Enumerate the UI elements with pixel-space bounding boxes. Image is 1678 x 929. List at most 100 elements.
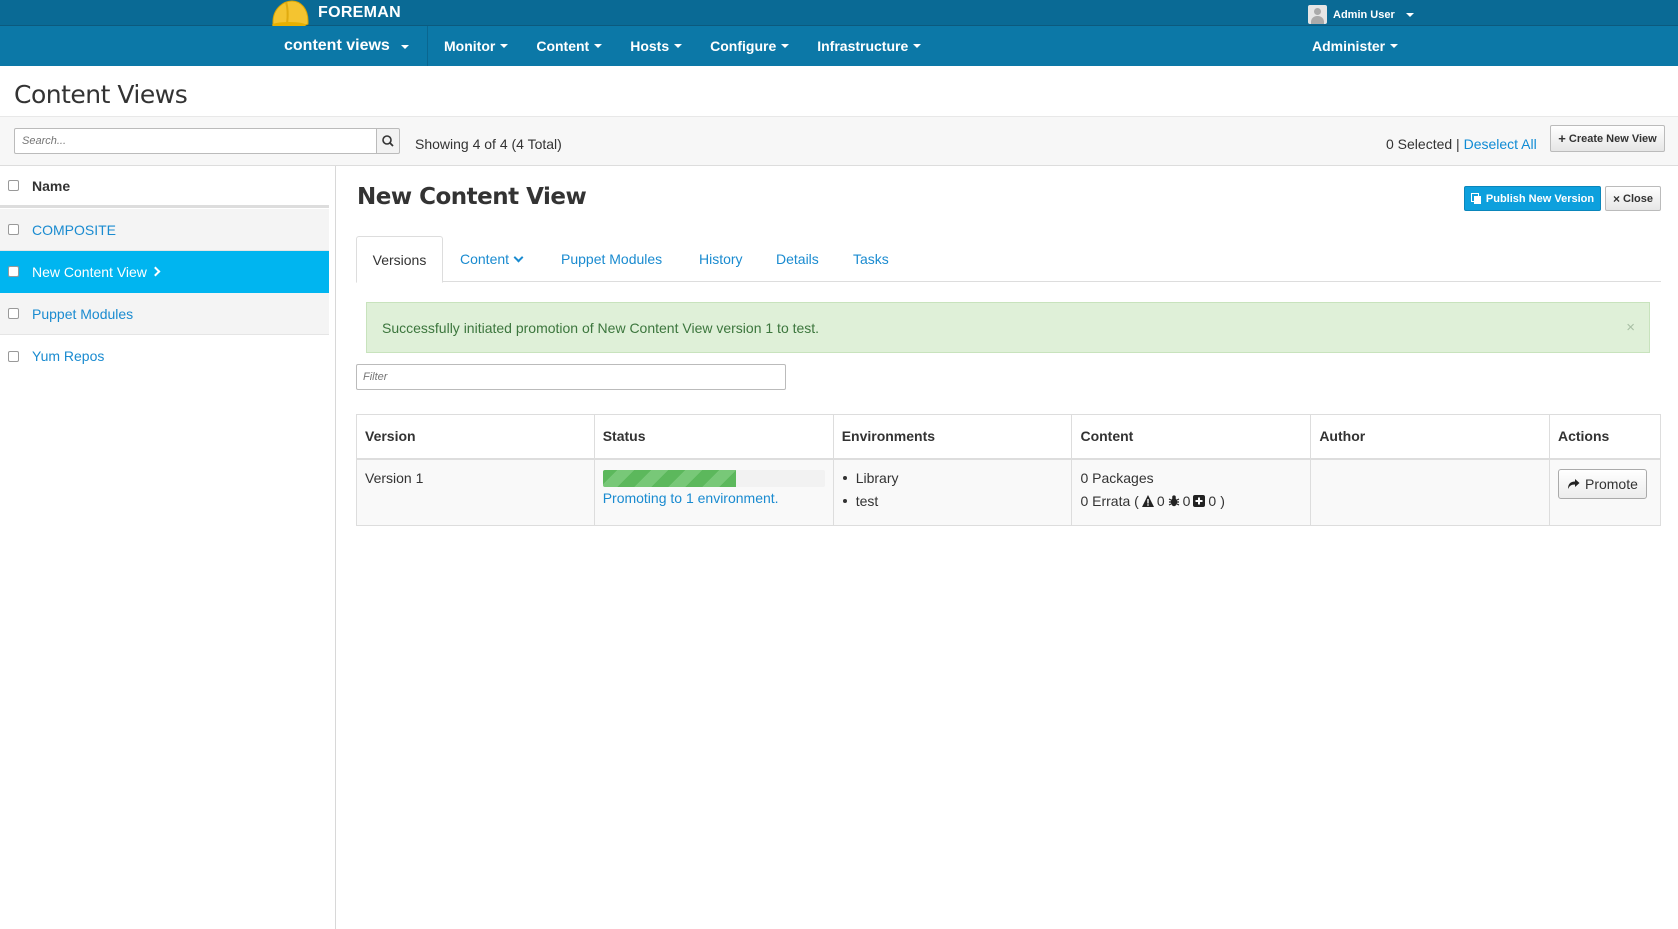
environment-item: Library [842,470,1064,486]
chevron-down-icon [781,44,790,48]
content-view-list: Name COMPOSITE New Content View Puppet M… [0,166,336,929]
nav-administer[interactable]: Administer [1312,26,1399,66]
tab-versions[interactable]: Versions [356,236,443,283]
context-label: content views [284,37,390,54]
content-cell: 0 Packages 0 Errata ( 0 0 0 ) [1071,458,1312,526]
warning-icon [1141,494,1154,507]
chevron-down-icon [594,44,603,48]
list-item[interactable]: COMPOSITE [0,209,329,251]
nav-infrastructure[interactable]: Infrastructure [803,26,935,66]
filter-input[interactable] [356,364,786,390]
column-header-status: Status [593,414,834,460]
environment-item: test [842,493,1064,509]
list-item-label[interactable]: COMPOSITE [32,222,116,238]
table-row: Version 1 Promoting to 1 environment. Li… [356,458,1662,526]
bugfix-count: 0 [1182,492,1191,509]
column-header-content: Content [1071,414,1312,460]
status-link[interactable]: Promoting to 1 environment. [603,490,825,506]
nav-hosts[interactable]: Hosts [616,26,696,66]
errata-summary: 0 Errata ( 0 0 0 ) [1080,493,1302,509]
selection-info: 0 Selected | Deselect All [1386,136,1537,152]
plus-icon: + [1558,131,1566,146]
errata-close-paren: ) [1220,492,1225,509]
nav-label: Content [536,38,590,54]
chevron-down-icon [513,252,524,262]
nav-label: Infrastructure [817,38,909,54]
packages-count: 0 Packages [1080,469,1154,486]
button-label: Create New View [1568,132,1657,145]
alert-close-icon[interactable]: × [1626,319,1635,336]
chevron-down-icon [1390,44,1399,48]
tab-tasks[interactable]: Tasks [853,236,889,282]
nav-configure[interactable]: Configure [696,26,803,66]
brand-name[interactable]: FOREMAN [318,4,401,22]
close-icon: × [1613,191,1621,206]
nav-label: Administer [1312,38,1386,54]
select-all-checkbox[interactable] [8,180,19,191]
row-checkbox[interactable] [8,224,19,235]
chevron-down-icon [401,45,409,49]
plus-square-icon [1193,494,1206,507]
list-header: Name [0,166,329,208]
security-count: 0 [1156,492,1165,509]
deselect-all-link[interactable]: Deselect All [1464,136,1537,152]
name-column-header[interactable]: Name [32,178,70,194]
create-new-view-button[interactable]: + Create New View [1550,125,1665,152]
progress-bar-fill [602,469,736,487]
chevron-down-icon [500,44,509,48]
tab-label: Content [460,251,510,267]
share-arrow-icon [1567,478,1580,489]
tab-details[interactable]: Details [776,236,819,282]
detail-tabs: Versions Content Puppet Modules History … [356,236,1661,283]
nav-label: Configure [710,38,777,54]
avatar [1308,5,1327,24]
button-label: Publish New Version [1485,192,1595,205]
button-label: Promote [1584,475,1638,492]
nav-content[interactable]: Content [522,26,616,66]
close-button[interactable]: × Close [1605,186,1661,211]
list-item[interactable]: New Content View [0,251,329,293]
selected-count: 0 Selected | [1386,136,1460,152]
detail-title: New Content View [357,184,587,210]
search-input[interactable] [14,128,377,154]
button-label: Close [1623,192,1653,205]
row-checkbox[interactable] [8,266,19,277]
column-header-actions: Actions [1548,414,1662,460]
chevron-right-icon [150,266,161,277]
list-item-label[interactable]: Yum Repos [32,348,104,364]
row-checkbox[interactable] [8,350,19,362]
chevron-down-icon [1405,12,1414,17]
user-name: Admin User [1333,8,1395,21]
publish-new-version-button[interactable]: Publish New Version [1464,186,1601,211]
list-item[interactable]: Puppet Modules [0,293,329,335]
context-menu[interactable]: content views [284,26,428,66]
main-nav: content views Monitor Content Hosts Conf… [0,26,1678,66]
tab-puppet-modules[interactable]: Puppet Modules [561,236,662,282]
enhancement-count: 0 [1208,492,1217,509]
version-cell: Version 1 [356,458,595,526]
author-cell [1310,458,1550,526]
nav-monitor[interactable]: Monitor [430,26,522,66]
actions-cell: Promote [1548,458,1662,526]
list-item-label[interactable]: New Content View [32,264,147,280]
column-header-version: Version [356,414,595,460]
list-toolbar: Showing 4 of 4 (4 Total) 0 Selected | De… [0,116,1678,166]
user-menu[interactable]: Admin User [1308,5,1414,24]
column-header-author: Author [1310,414,1550,460]
versions-table: Version Status Environments Content Auth… [356,414,1662,526]
tab-content[interactable]: Content [460,236,524,282]
search-icon [382,135,394,147]
alert-message: Successfully initiated promotion of New … [382,319,820,336]
tab-history[interactable]: History [699,236,743,282]
list-item[interactable]: Yum Repos [0,335,329,377]
row-checkbox[interactable] [8,308,19,319]
list-item-label[interactable]: Puppet Modules [32,306,133,322]
top-bar: FOREMAN Admin User [0,0,1678,28]
progress-bar [602,469,825,487]
status-cell: Promoting to 1 environment. [593,458,834,526]
search-button[interactable] [376,128,400,154]
copy-icon [1470,192,1481,204]
page-title: Content Views [14,80,188,109]
promote-button[interactable]: Promote [1557,468,1647,499]
result-count: Showing 4 of 4 (4 Total) [415,136,562,152]
